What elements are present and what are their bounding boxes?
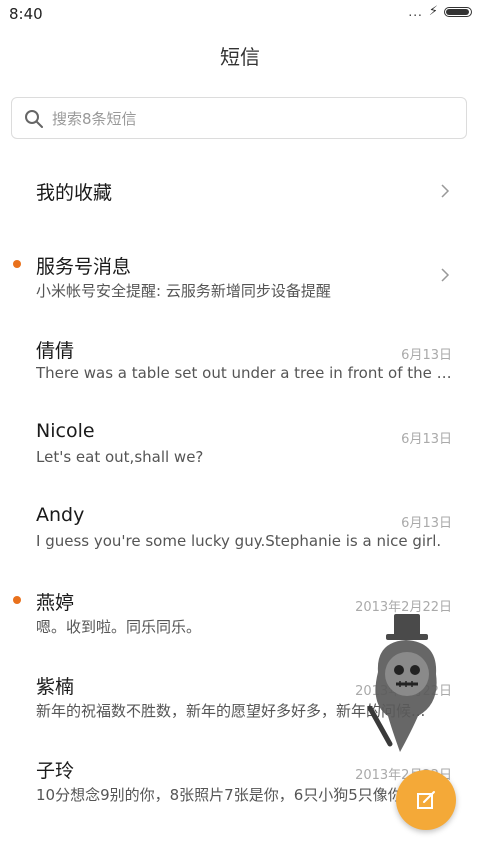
contact-name: Nicole [36, 420, 95, 442]
status-bar: 8:40 ... ⚡ [0, 0, 480, 28]
signal-dots: ... [408, 5, 423, 19]
favorites-label: 我的收藏 [36, 182, 113, 204]
unread-dot [13, 260, 21, 268]
status-time: 8:40 [9, 5, 43, 23]
compose-icon [417, 791, 435, 809]
unread-dot [13, 596, 21, 604]
contact-name: 倩倩 [36, 340, 75, 362]
favorites-row[interactable]: 我的收藏 [0, 160, 480, 224]
conversation-row[interactable]: Andy 6月13日 I guess you're some lucky guy… [0, 492, 480, 562]
message-date: 6月13日 [401, 348, 452, 363]
message-snippet: There was a table set out under a tree i… [36, 364, 452, 382]
battery-icon [444, 7, 472, 17]
bolt-icon: ⚡ [428, 4, 438, 19]
page-title: 短信 [220, 45, 260, 69]
battery-level [446, 9, 469, 15]
message-snippet: Let's eat out,shall we? [36, 448, 204, 466]
message-snippet: I guess you're some lucky guy.Stephanie … [36, 532, 442, 550]
mascot-sticker-icon [367, 614, 437, 752]
search-input[interactable] [50, 106, 454, 132]
contact-name: 燕婷 [36, 592, 75, 614]
conversation-row[interactable]: 倩倩 6月13日 There was a table set out under… [0, 324, 480, 394]
chevron-right-icon [441, 184, 450, 198]
search-icon [25, 110, 43, 128]
app-header: 短信 [0, 36, 480, 80]
status-icons: ... ⚡ [408, 4, 472, 19]
service-name: 服务号消息 [36, 256, 132, 278]
contact-name: 紫楠 [36, 676, 75, 698]
message-snippet: 10分想念9别的你，8张照片7张是你，6只小狗5只像你... [36, 786, 418, 804]
service-messages-row[interactable]: 服务号消息 小米帐号安全提醒: 云服务新增同步设备提醒 [0, 240, 480, 310]
compose-button[interactable] [396, 770, 456, 830]
conversation-row[interactable]: Nicole 6月13日 Let's eat out,shall we? [0, 408, 480, 478]
chevron-right-icon [441, 268, 450, 282]
service-snippet: 小米帐号安全提醒: 云服务新增同步设备提醒 [36, 282, 331, 300]
message-date: 6月13日 [401, 432, 452, 447]
contact-name: Andy [36, 504, 85, 526]
message-date: 6月13日 [401, 516, 452, 531]
contact-name: 子玲 [36, 760, 75, 782]
search-box[interactable] [11, 97, 467, 139]
